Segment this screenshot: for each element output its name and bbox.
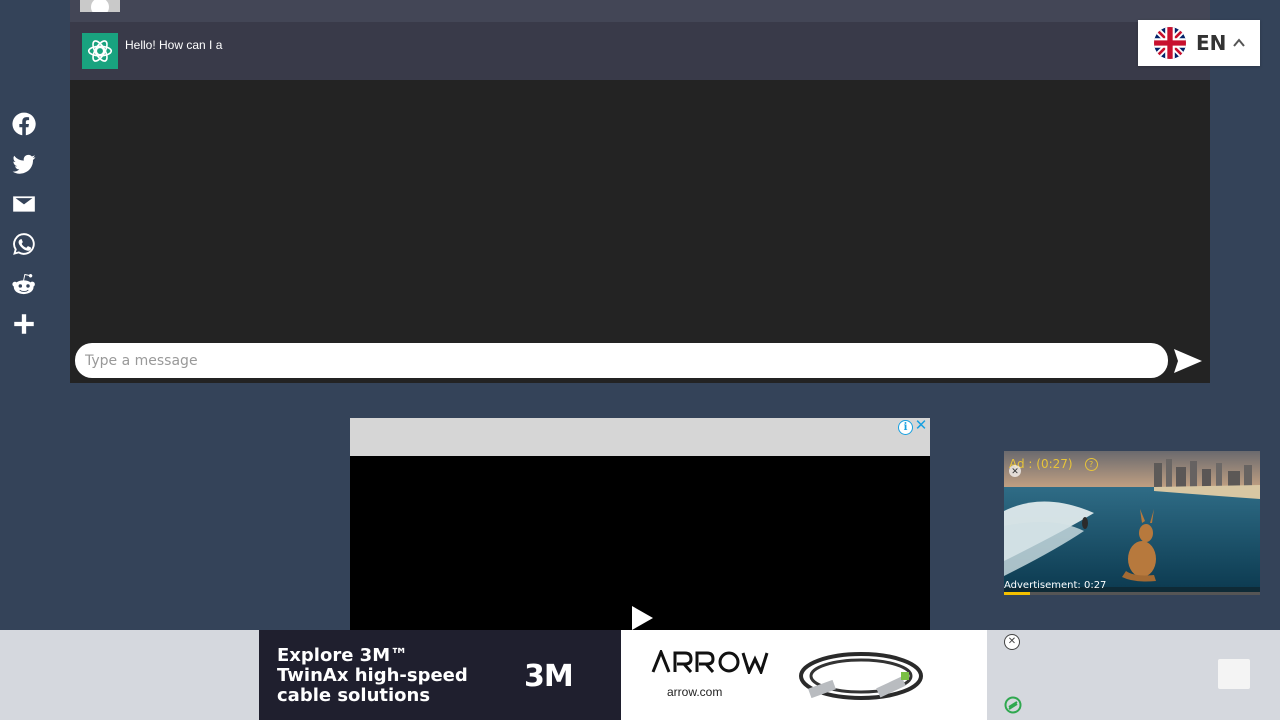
video-ad-center: i ✕	[350, 418, 930, 630]
message-composer	[70, 338, 1210, 383]
ad-progress-bar	[1004, 592, 1260, 595]
floating-video-ad[interactable]: Ad : (0:27)? ✕ Advertisement: 0:27	[1004, 451, 1260, 595]
chevron-up-icon	[1233, 38, 1246, 47]
ad-close-icon[interactable]: ✕	[914, 418, 928, 434]
twitter-icon	[12, 154, 36, 174]
banner-close-button[interactable]: ✕	[1004, 634, 1020, 650]
ad-header-bar	[350, 418, 930, 456]
cable-product-image	[799, 652, 923, 700]
arrow-logo	[651, 650, 769, 674]
ad-info-icon[interactable]: i	[898, 420, 913, 435]
scroll-top-button[interactable]	[1218, 659, 1250, 689]
banner-dark-panel: Explore 3M™ TwinAx high-speed cable solu…	[259, 630, 621, 720]
message-input[interactable]	[75, 343, 1168, 378]
chat-panel: Hello! How can I a	[70, 0, 1210, 383]
ad-video-frame	[1004, 451, 1260, 587]
uk-flag-icon	[1154, 27, 1186, 59]
plus-icon	[14, 314, 34, 334]
whatsapp-icon	[13, 233, 35, 255]
email-icon	[13, 196, 35, 212]
banner-url: arrow.com	[667, 685, 723, 699]
ad-progress-fill	[1004, 592, 1030, 595]
whatsapp-share-button[interactable]	[8, 224, 40, 264]
reddit-icon	[12, 274, 35, 295]
play-icon[interactable]	[630, 605, 654, 630]
adchoices-icon[interactable]	[1004, 696, 1022, 714]
openai-logo-icon	[87, 40, 113, 62]
ad-close-button[interactable]: ✕	[1009, 465, 1021, 477]
more-share-button[interactable]	[8, 304, 40, 344]
bot-message-text: Hello! How can I a	[125, 38, 223, 52]
facebook-share-button[interactable]	[8, 104, 40, 144]
ad-countdown-label: Ad : (0:27)?	[1009, 457, 1098, 471]
banner-headline: Explore 3M™ TwinAx high-speed cable solu…	[277, 645, 468, 706]
language-selector[interactable]: EN	[1138, 20, 1260, 66]
bot-message-row: Hello! How can I a	[70, 22, 1210, 80]
send-icon[interactable]	[1172, 346, 1204, 376]
ad-footer-text: Advertisement: 0:27	[1004, 580, 1107, 591]
email-share-button[interactable]	[8, 184, 40, 224]
bot-avatar	[82, 33, 118, 69]
reddit-share-button[interactable]	[8, 264, 40, 304]
help-icon[interactable]: ?	[1084, 458, 1098, 471]
3m-logo: 3M	[524, 659, 574, 694]
user-message-row	[70, 0, 1210, 22]
share-sidebar	[8, 104, 40, 344]
language-code: EN	[1196, 31, 1227, 55]
user-avatar	[80, 0, 120, 12]
twitter-share-button[interactable]	[8, 144, 40, 184]
facebook-icon	[12, 112, 36, 136]
bottom-banner-ad[interactable]: Explore 3M™ TwinAx high-speed cable solu…	[259, 630, 987, 720]
